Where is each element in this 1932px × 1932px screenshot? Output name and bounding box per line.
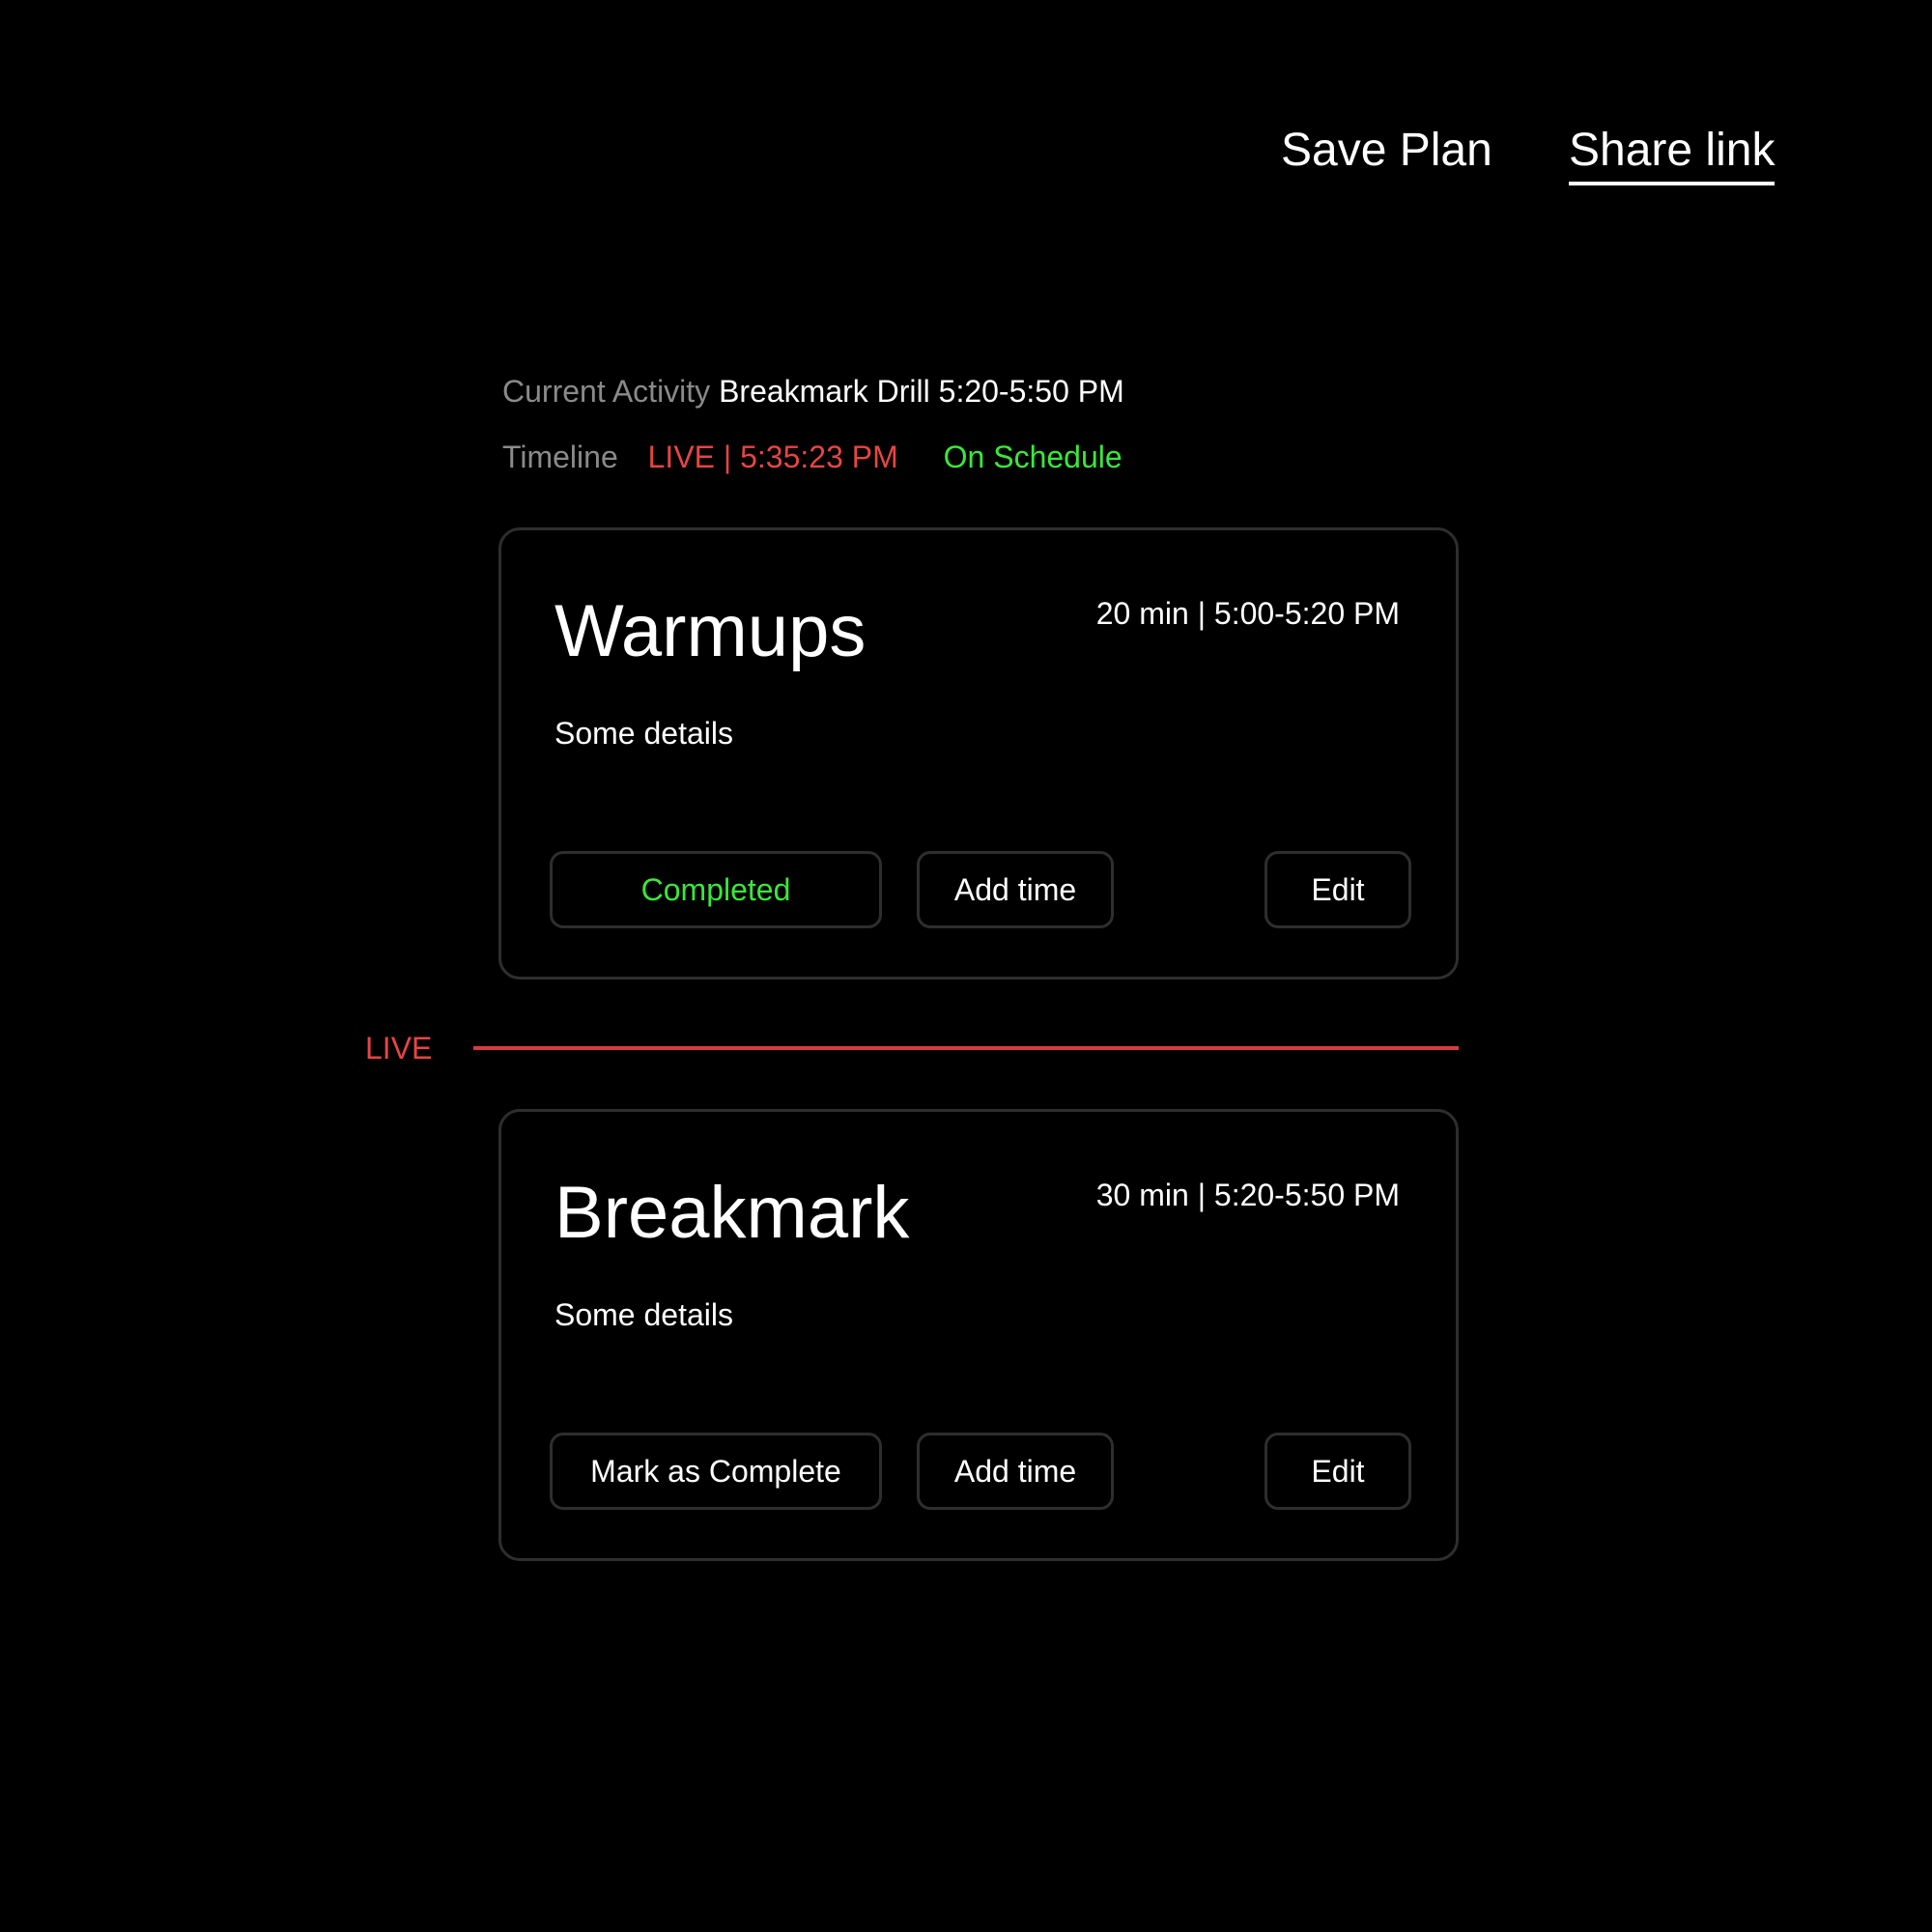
activity-title: Warmups xyxy=(554,590,867,672)
mark-complete-button[interactable]: Mark as Complete xyxy=(550,1433,882,1510)
current-activity-label: Current Activity xyxy=(502,374,711,409)
share-link[interactable]: Share link xyxy=(1569,122,1776,185)
timeline-status: Timeline LIVE | 5:35:23 PM On Schedule xyxy=(502,438,1122,476)
activity-time: 30 min | 5:20-5:50 PM xyxy=(1095,1178,1400,1212)
activity-card-warmups: Warmups 20 min | 5:00-5:20 PM Some detai… xyxy=(498,527,1459,980)
current-activity: Current Activity Breakmark Drill 5:20-5:… xyxy=(502,372,1124,411)
live-time: LIVE | 5:35:23 PM xyxy=(647,440,898,474)
current-activity-value: Breakmark Drill 5:20-5:50 PM xyxy=(719,374,1124,409)
edit-button[interactable]: Edit xyxy=(1264,851,1411,928)
activity-time: 20 min | 5:00-5:20 PM xyxy=(1095,596,1400,631)
add-time-button[interactable]: Add time xyxy=(917,1433,1114,1510)
completed-button[interactable]: Completed xyxy=(550,851,882,928)
edit-button[interactable]: Edit xyxy=(1264,1433,1411,1510)
add-time-button[interactable]: Add time xyxy=(917,851,1114,928)
activity-card-breakmark: Breakmark 30 min | 5:20-5:50 PM Some det… xyxy=(498,1109,1459,1561)
save-plan-button[interactable]: Save Plan xyxy=(1281,122,1492,180)
activity-title: Breakmark xyxy=(554,1172,910,1254)
activity-details: Some details xyxy=(554,716,733,751)
live-marker-line xyxy=(473,1046,1459,1050)
live-marker-label: LIVE xyxy=(365,1031,433,1065)
activity-details: Some details xyxy=(554,1297,733,1332)
schedule-status: On Schedule xyxy=(943,440,1122,474)
timeline-label: Timeline xyxy=(502,440,618,474)
